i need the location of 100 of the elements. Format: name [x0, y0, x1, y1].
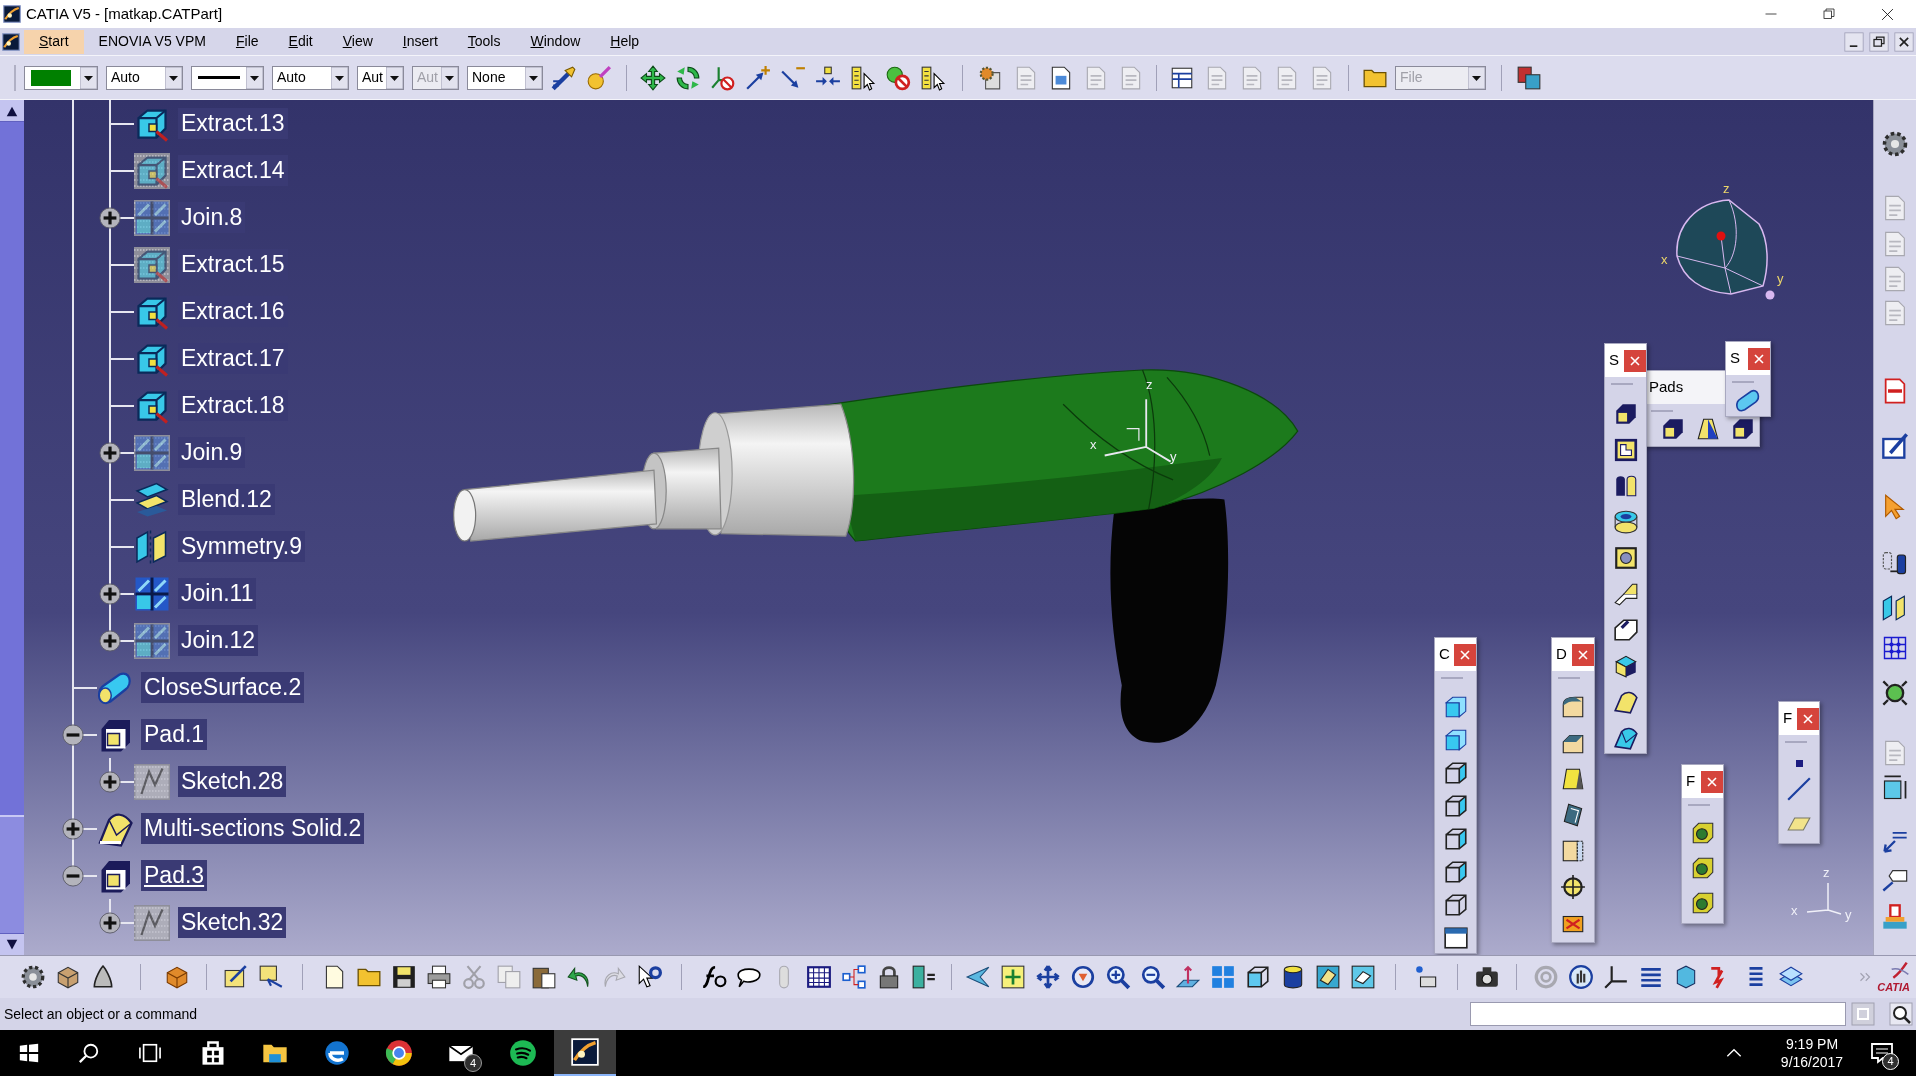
circular-arrows-icon[interactable] — [675, 64, 701, 91]
taskbar-app[interactable] — [554, 1030, 616, 1076]
ruler-cursor-icon[interactable] — [850, 64, 876, 91]
plus-icon[interactable] — [99, 771, 121, 793]
loft-icon[interactable] — [1612, 725, 1639, 751]
dropdown[interactable]: Auto — [106, 65, 183, 90]
gear-icon[interactable] — [20, 964, 46, 990]
tree-item[interactable]: Extract.15 — [178, 249, 288, 280]
caret-icon[interactable] — [386, 66, 403, 89]
wire-cube-icon[interactable] — [1442, 859, 1469, 885]
pocket-block-icon[interactable] — [1612, 437, 1639, 463]
line-style-dropdown[interactable] — [191, 65, 264, 90]
tapered-block-icon[interactable] — [1695, 416, 1721, 442]
plus-icon[interactable] — [99, 207, 121, 229]
wire-cube-icon[interactable] — [1442, 892, 1469, 918]
clock-time[interactable]: 9:19 PM — [1785, 1035, 1839, 1053]
tree-diagram-icon[interactable] — [841, 964, 867, 990]
menu-item[interactable]: Tools — [452, 29, 516, 54]
tree-item[interactable]: Sketch.28 — [178, 766, 287, 797]
minus-icon[interactable] — [62, 724, 84, 746]
wire-cube-icon[interactable] — [1442, 760, 1469, 786]
point-icon[interactable] — [1795, 760, 1803, 767]
cube-icon[interactable] — [1612, 653, 1639, 679]
caret-icon[interactable] — [165, 66, 182, 89]
magnifier-icon[interactable] — [1889, 1002, 1913, 1026]
menu-item[interactable]: Window — [515, 29, 596, 54]
dropdown[interactable]: Aut — [357, 65, 404, 90]
help-cursor-icon[interactable] — [636, 964, 662, 990]
menu-item[interactable]: File — [220, 29, 274, 54]
shaded-square-icon[interactable] — [1315, 964, 1341, 990]
window-icon[interactable] — [1442, 925, 1469, 951]
arrow-plus-icon[interactable] — [745, 64, 771, 91]
zoom-out-icon[interactable] — [1140, 964, 1166, 990]
tree-item[interactable]: Sketch.32 — [178, 907, 287, 938]
line-icon[interactable] — [1786, 776, 1812, 802]
tree-item[interactable]: Extract.13 — [178, 108, 288, 139]
axes-no-sign-icon[interactable] — [710, 64, 736, 91]
pan-arrows-icon[interactable] — [1035, 964, 1061, 990]
tree-item[interactable]: Join.9 — [178, 437, 246, 468]
dot-grid-icon[interactable] — [1881, 634, 1909, 662]
task-view-icon[interactable] — [138, 1042, 161, 1064]
box-icon[interactable] — [55, 964, 81, 990]
draft-icon[interactable] — [1560, 766, 1586, 792]
thickness-icon[interactable] — [1560, 838, 1586, 864]
grid-icon[interactable] — [806, 964, 832, 990]
wire-cube-icon[interactable] — [1245, 964, 1271, 990]
plus-icon[interactable] — [62, 818, 84, 840]
stamp-icon[interactable] — [1881, 903, 1909, 931]
wire-cube-icon[interactable] — [1442, 793, 1469, 819]
plus-icon[interactable] — [99, 442, 121, 464]
axes-icon[interactable] — [1603, 964, 1629, 990]
drawing-icon[interactable] — [258, 964, 284, 990]
color-dropdown[interactable] — [24, 65, 98, 90]
plus-icon[interactable] — [99, 912, 121, 934]
tree-item[interactable]: Extract.14 — [178, 155, 288, 186]
clock-date[interactable]: 9/16/2017 — [1780, 1053, 1844, 1071]
tree-item[interactable]: Join.11 — [178, 578, 257, 609]
four-way-arrow-icon[interactable] — [640, 64, 666, 91]
tree-item[interactable]: CloseSurface.2 — [141, 672, 305, 703]
message-icon[interactable] — [1870, 1041, 1894, 1065]
tree-item[interactable]: Blend.12 — [178, 484, 275, 515]
fit-all-icon[interactable] — [1000, 964, 1026, 990]
dropdown[interactable]: None — [467, 65, 543, 90]
hole-icon[interactable] — [1612, 545, 1639, 571]
undo-arrow-icon[interactable] — [566, 964, 592, 990]
list-equals-icon[interactable] — [911, 964, 937, 990]
four-squares-icon[interactable] — [18, 1042, 40, 1064]
hand-circle-icon[interactable] — [1568, 964, 1594, 990]
gear-icon[interactable] — [1881, 130, 1909, 158]
block-icon[interactable] — [1730, 416, 1756, 442]
prohibited-dot-icon[interactable] — [885, 64, 911, 91]
ring-icon[interactable] — [1612, 509, 1639, 535]
slot-icon[interactable] — [1612, 617, 1639, 643]
menu-item[interactable]: ENOVIA V5 VPM — [83, 29, 221, 54]
plus-icon[interactable] — [99, 630, 121, 652]
caret-icon[interactable] — [80, 66, 97, 89]
drawing-icon[interactable] — [223, 964, 249, 990]
close-icon[interactable] — [1894, 31, 1914, 52]
tree-item[interactable]: Symmetry.9 — [178, 531, 305, 562]
menu-item[interactable]: View — [327, 29, 388, 54]
caret-icon[interactable] — [525, 66, 542, 89]
ball-icon[interactable] — [586, 64, 612, 91]
search-icon[interactable] — [77, 1042, 100, 1064]
rail-icon[interactable] — [1612, 581, 1639, 607]
camera-icon[interactable] — [1474, 964, 1500, 990]
rotate-icon[interactable] — [1070, 964, 1096, 990]
frame-icon[interactable] — [1881, 774, 1909, 802]
plus-icon[interactable] — [99, 583, 121, 605]
four-panes-icon[interactable] — [1210, 964, 1236, 990]
wire-cube-icon[interactable] — [1442, 826, 1469, 852]
menu-item[interactable]: Help — [595, 29, 655, 54]
caret-icon[interactable] — [246, 66, 263, 89]
dropdown[interactable]: Auto — [272, 65, 349, 90]
ruler-cursor-icon[interactable] — [920, 64, 946, 91]
stacked-boxes-icon[interactable] — [1516, 64, 1542, 91]
target-icon[interactable] — [1881, 679, 1909, 707]
brush-icon[interactable] — [551, 64, 577, 91]
tree-item[interactable]: Join.8 — [178, 202, 246, 233]
minus-icon[interactable] — [62, 865, 84, 887]
crosshair-icon[interactable] — [1560, 874, 1586, 900]
